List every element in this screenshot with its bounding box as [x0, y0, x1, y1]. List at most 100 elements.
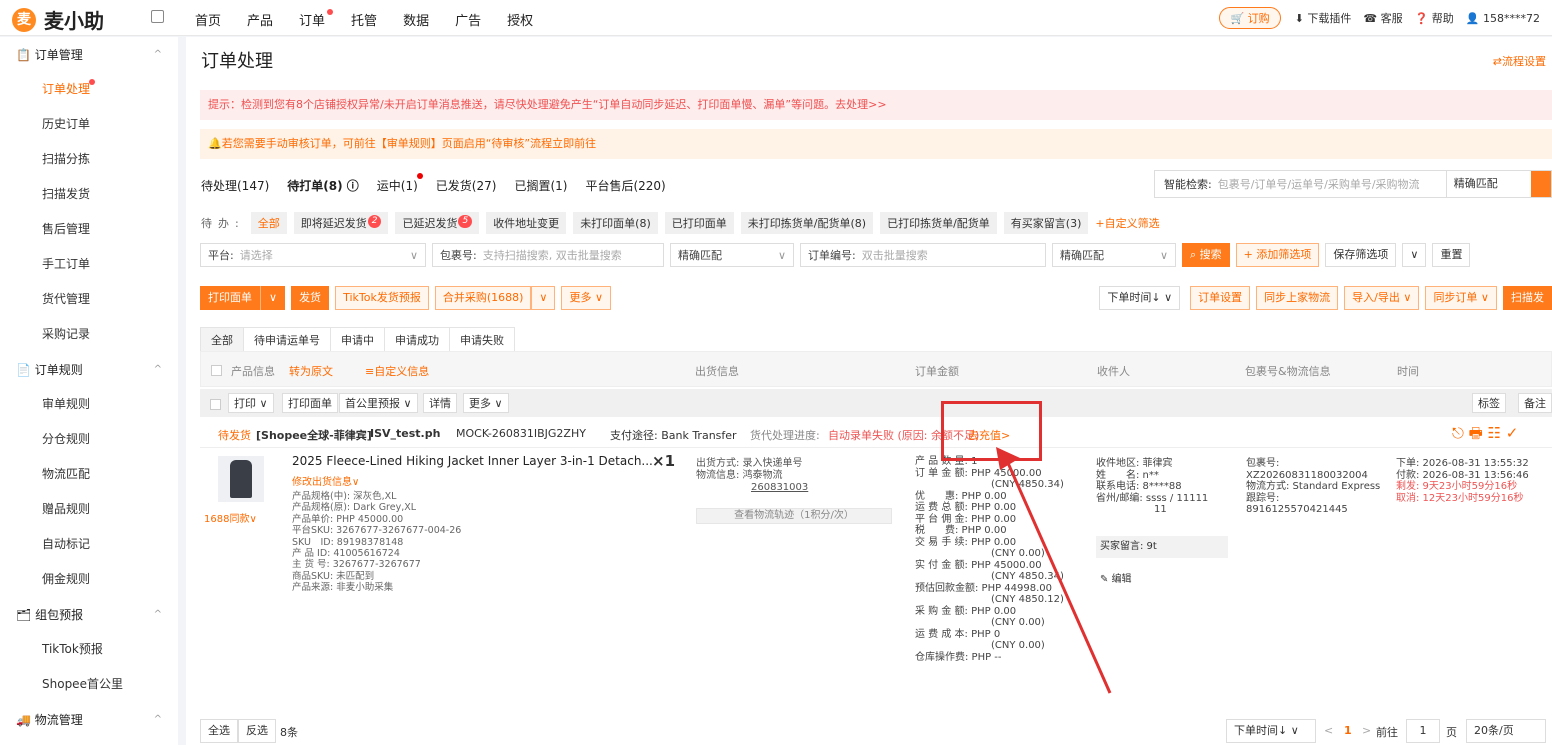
flow-setting-link[interactable]: ⇄流程设置 — [1493, 53, 1546, 69]
checkbox[interactable] — [210, 398, 221, 410]
next-page-icon[interactable]: > — [1362, 724, 1371, 737]
import-export-button[interactable]: 导入/导出 ∨ — [1344, 286, 1420, 310]
sidebar-item-scan-sort[interactable]: 扫描分拣 — [0, 142, 178, 177]
pkg-match-select[interactable]: 精确匹配 ∨ — [670, 243, 794, 267]
sidebar-group-rules[interactable]: 📄 订单规则 ^ — [0, 352, 178, 387]
sidebar-group-orders[interactable]: 📋 订单管理 ^ — [0, 37, 178, 72]
sidebar-item-agent[interactable]: 货代管理 — [0, 282, 178, 317]
sidebar-item-warehouse-rules[interactable]: 分仓规则 — [0, 422, 178, 457]
checkbox[interactable] — [211, 364, 222, 376]
bulk-print-label[interactable]: 打印面单 — [282, 393, 338, 413]
select-all-button[interactable]: 全选 — [200, 719, 238, 743]
sidebar-item-commission[interactable]: 佣金规则 — [0, 562, 178, 597]
add-filter-button[interactable]: + 添加筛选项 — [1235, 243, 1320, 267]
current-page[interactable]: 1 — [1344, 724, 1352, 737]
sidebar-item-purchase[interactable]: 采购记录 — [0, 317, 178, 352]
bulk-checkbox[interactable] — [210, 397, 221, 410]
more-button[interactable]: 更多 ∨ — [561, 286, 612, 310]
similar-1688-link[interactable]: 1688同款∨ — [204, 510, 257, 525]
platform-select[interactable]: 平台: 请选择 ∨ — [200, 243, 426, 267]
edit-receiver-link[interactable]: ✎ 编辑 — [1100, 570, 1132, 585]
prev-page-icon[interactable]: < — [1324, 724, 1333, 737]
sidebar-item-manual[interactable]: 手工订单 — [0, 247, 178, 282]
subtab-applying[interactable]: 申请中 — [330, 327, 385, 353]
order-match-select[interactable]: 精确匹配 ∨ — [1052, 243, 1176, 267]
nav-products[interactable]: 产品 — [247, 10, 273, 29]
tab-aftersale[interactable]: 平台售后(220) — [585, 177, 665, 194]
ship-button[interactable]: 发货 — [291, 286, 330, 310]
sync-logistics-button[interactable]: 同步上家物流 — [1256, 286, 1339, 310]
help-link[interactable]: ❓ 帮助 — [1415, 10, 1454, 26]
nav-hosting[interactable]: 托管 — [351, 10, 377, 29]
sidebar-item-auto-tag[interactable]: 自动标记 — [0, 527, 178, 562]
order-settings-button[interactable]: 订单设置 — [1190, 286, 1251, 310]
package-no-input[interactable]: 包裹号: 支持扫描搜索, 双击批量搜索 — [432, 243, 664, 267]
chip-address-change[interactable]: 收件地址变更 — [486, 212, 567, 234]
review-tip-banner[interactable]: 🔔若您需要手动审核订单，可前往【审单规则】页面启用“待审核”流程立即前往 — [200, 129, 1552, 159]
nav-ads[interactable]: 广告 — [455, 10, 481, 29]
per-page-select[interactable]: 20条/页 — [1466, 719, 1546, 743]
tag-button[interactable]: 标签 — [1472, 393, 1506, 413]
print-dropdown[interactable]: ∨ — [260, 286, 286, 310]
chip-printed-pick[interactable]: 已打印拣货单/配货单 — [880, 212, 997, 234]
download-plugin-link[interactable]: ⬇ 下载插件 — [1295, 10, 1352, 26]
smart-match-select[interactable]: 精确匹配 — [1445, 171, 1520, 197]
auth-warning-banner[interactable]: 提示：检测到您有8个店铺授权异常/未开启订单消息推送，请尽快处理避免产生“订单自… — [200, 90, 1552, 120]
chip-all[interactable]: 全部 — [250, 212, 287, 234]
nav-data[interactable]: 数据 — [403, 10, 429, 29]
pkg-number[interactable]: XZ2026083118003200​4 — [1246, 470, 1380, 482]
edit-ship-info-link[interactable]: 修改出货信息∨ — [292, 473, 653, 488]
chip-buyer-msg[interactable]: 有买家留言(3) — [1003, 212, 1089, 234]
order-no-input[interactable]: 订单编号: 双击批量搜索 — [800, 243, 1046, 267]
save-filter-dropdown[interactable]: ∨ — [1402, 243, 1427, 267]
tab-pending[interactable]: 待处理(147) — [201, 177, 269, 194]
nav-auth[interactable]: 授权 — [507, 10, 533, 29]
invert-select-button[interactable]: 反选 — [238, 719, 276, 743]
sidebar-item-tiktok-forecast[interactable]: TikTok预报 — [0, 632, 178, 667]
scan-ship-button[interactable]: 扫描发 — [1503, 286, 1552, 310]
custom-filter-link[interactable]: +自定义筛选 — [1095, 215, 1159, 231]
nav-orders[interactable]: 订单 — [299, 9, 334, 29]
bulk-print[interactable]: 打印 ∨ — [228, 393, 274, 413]
service-link[interactable]: ☎ 客服 — [1363, 10, 1402, 26]
note-button[interactable]: 备注 — [1518, 393, 1552, 413]
user-menu[interactable]: 👤 158****72 — [1466, 12, 1540, 25]
sidebar-item-history[interactable]: 历史订单 — [0, 107, 178, 142]
sidebar-item-review-rules[interactable]: 审单规则 — [0, 387, 178, 422]
search-button[interactable]: ⌕ 搜索 — [1182, 243, 1230, 267]
sidebar-item-shopee-firstmile[interactable]: Shopee首公里 — [0, 667, 178, 702]
nav-home[interactable]: 首页 — [195, 10, 221, 29]
chip-printed-label[interactable]: 已打印面单 — [664, 212, 734, 234]
order-id[interactable]: MOCK-260831IBJG2ZHY — [456, 427, 586, 440]
product-image[interactable] — [218, 456, 264, 502]
chip-unprinted-label[interactable]: 未打印面单(8) — [573, 212, 658, 234]
view-tracking-button[interactable]: 查看物流轨迹（1积分/次） — [696, 508, 892, 524]
sidebar-item-aftersale[interactable]: 售后管理 — [0, 212, 178, 247]
sidebar-item-order-process[interactable]: 订单处理 — [0, 72, 178, 107]
sidebar-item-gift-rules[interactable]: 赠品规则 — [0, 492, 178, 527]
smart-search-input[interactable]: 包裹号/订单号/运单号/采购单号/采购物流 — [1218, 176, 1446, 192]
save-filter-button[interactable]: 保存筛选项 — [1325, 243, 1397, 267]
tiktok-forecast-button[interactable]: TikTok发货预报 — [335, 286, 429, 310]
sidebar-item-logistics-match[interactable]: 物流匹配 — [0, 457, 178, 492]
app-logo[interactable]: 麦 麦小助 — [12, 5, 104, 34]
page-input[interactable]: 1 — [1406, 719, 1440, 743]
sort-select[interactable]: 下单时间↓ ∨ — [1099, 286, 1181, 310]
bulk-firstmile[interactable]: 首公里预报 ∨ — [339, 393, 418, 413]
reset-button[interactable]: 重置 — [1432, 243, 1471, 267]
tab-shelved[interactable]: 已搁置(1) — [514, 177, 567, 194]
footer-sort-select[interactable]: 下单时间↓ ∨ — [1226, 719, 1316, 743]
tracking-number[interactable]: 260831003 — [696, 482, 808, 494]
order-action-icons[interactable]: ⎋ 🖶 ☷ ✓ — [1452, 423, 1518, 448]
collapse-sidebar-icon[interactable] — [151, 10, 164, 23]
merge-purchase-button[interactable]: 合并采购(1688) — [434, 286, 532, 310]
product-title[interactable]: 2025 Fleece-Lined Hiking Jacket Inner La… — [292, 454, 653, 468]
subtab-failed[interactable]: 申请失败 — [449, 327, 515, 353]
tab-in-transit[interactable]: 运中(1) — [377, 173, 423, 194]
tracking-no[interactable]: 8916125570421445 — [1246, 504, 1380, 516]
merge-dropdown[interactable]: ∨ — [531, 286, 556, 310]
custom-info-link[interactable]: ≡自定义信息 — [365, 363, 429, 379]
print-label-button[interactable]: 打印面单 — [200, 286, 260, 310]
translate-link[interactable]: 转为原文 — [289, 363, 333, 379]
tab-shipped[interactable]: 已发货(27) — [436, 177, 497, 194]
